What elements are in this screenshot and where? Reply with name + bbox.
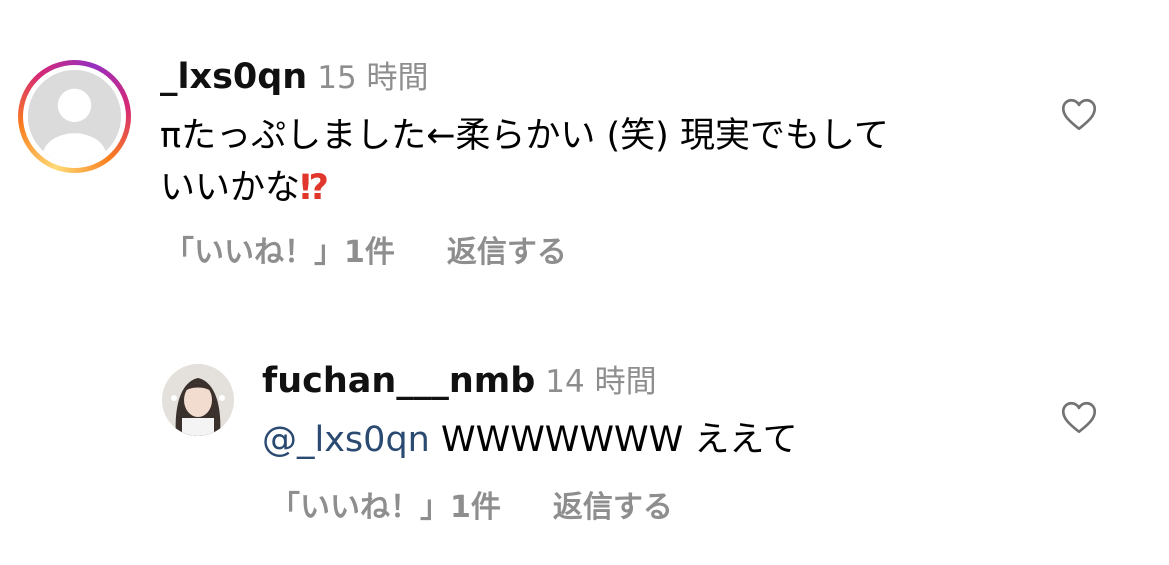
comment-actions: 「いいね！」1件 返信する [164,238,567,268]
timestamp: 15 時間 [317,60,429,96]
likes-count-link[interactable]: 「いいね！」1件 [164,235,395,270]
user-avatar-photo [162,364,234,436]
likes-count-link[interactable]: 「いいね！」1件 [270,490,501,525]
timestamp: 14 時間 [545,364,657,400]
reply-button[interactable]: 返信する [447,235,567,270]
default-avatar-icon [28,70,121,163]
default-avatar-icon [28,70,121,163]
heart-outline-icon[interactable] [1061,401,1097,434]
exclamation-question-emoji: ⁉ [300,168,330,208]
reply-text-content: WWWWWWW ええて [440,420,798,460]
username[interactable]: fuchan___nmb [262,361,535,401]
mention-link[interactable]: @_lxs0qn [262,420,430,460]
reply-button[interactable]: 返信する [553,490,673,525]
username[interactable]: _lxs0qn [160,57,307,97]
user-avatar[interactable] [162,364,234,436]
reply-text: @_lxs0qn WWWWWWW ええて [262,414,1042,466]
story-avatar[interactable] [18,60,131,173]
comment-item: _lxs0qn 15 時間 πたっぷしました←柔らかい (笑) 現実でもして いい… [0,0,1169,300]
reply-item: fuchan___nmb 14 時間 @_lxs0qn WWWWWWW ええて 「… [0,300,1169,565]
comment-text: πたっぷしました←柔らかい (笑) 現実でもして いいかな⁉ [160,110,1040,214]
comment-header: _lxs0qn 15 時間 [160,60,429,95]
reply-actions: 「いいね！」1件 返信する [270,493,673,523]
reply-header: fuchan___nmb 14 時間 [262,364,657,399]
heart-outline-icon[interactable] [1061,98,1097,131]
comment-text-content: πたっぷしました←柔らかい (笑) 現実でもして いいかな [160,116,889,208]
